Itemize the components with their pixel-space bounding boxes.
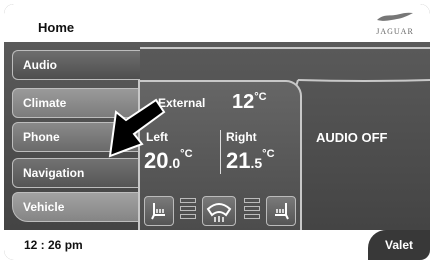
main-area: Audio Climate Phone Navigation Vehicle E… <box>4 42 430 232</box>
nav-navigation-button[interactable]: Navigation <box>12 158 140 188</box>
bottom-bar: 12 : 26 pm <box>4 230 430 260</box>
defrost-icon <box>206 203 232 222</box>
top-bar: Home JAGUAR <box>4 4 430 42</box>
nav-vehicle-button[interactable]: Vehicle <box>12 192 140 222</box>
touchscreen: Home JAGUAR Audio Climate Phone Navigati… <box>4 4 430 260</box>
zone-divider <box>220 130 221 174</box>
right-heat-level <box>244 198 260 222</box>
left-heat-level <box>180 198 196 222</box>
audio-status[interactable]: AUDIO OFF <box>316 130 388 145</box>
left-seat-heater-button[interactable] <box>144 196 174 226</box>
brand-wordmark: JAGUAR <box>376 27 414 36</box>
right-seat-heater-button[interactable] <box>266 196 296 226</box>
defrost-button[interactable] <box>202 196 236 226</box>
jaguar-leaper-icon <box>377 12 413 21</box>
jaguar-logo: JAGUAR <box>370 10 420 36</box>
external-temperature: 12°C <box>232 91 267 113</box>
page-title: Home <box>38 20 75 35</box>
valet-button[interactable]: Valet <box>368 230 430 260</box>
right-temperature[interactable]: 21.5°C <box>226 148 275 174</box>
nav-audio-button[interactable]: Audio <box>12 50 140 80</box>
pointer-arrow-icon <box>108 98 166 158</box>
seat-heater-icon <box>151 203 165 220</box>
seat-heater-icon <box>275 203 289 220</box>
clock: 12 : 26 pm <box>24 238 83 252</box>
right-zone-label: Right <box>226 130 257 144</box>
